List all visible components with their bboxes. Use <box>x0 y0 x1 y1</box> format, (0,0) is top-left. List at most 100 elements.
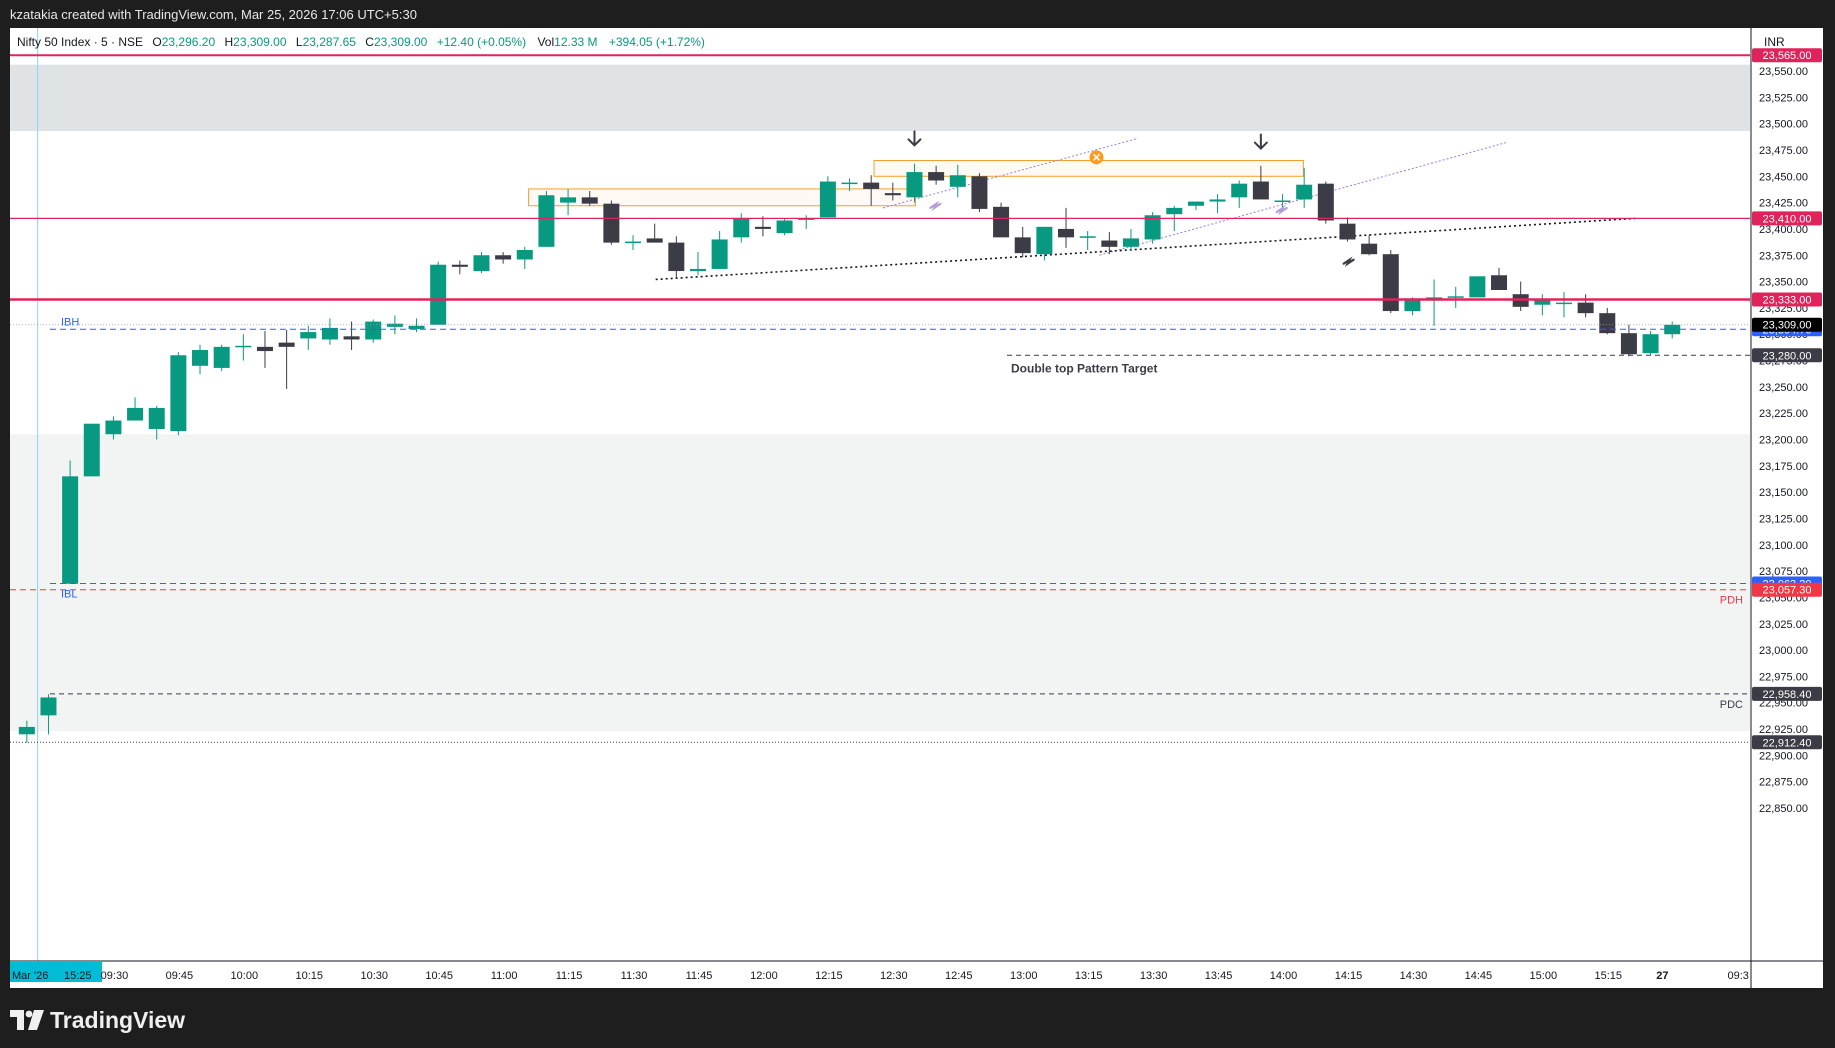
candle-body[interactable] <box>365 321 382 340</box>
time-tick-label: 15:15 <box>1595 970 1623 982</box>
price-tick-label: 23,450.00 <box>1759 171 1808 183</box>
price-level-badge-label: 22,912.40 <box>1763 737 1812 749</box>
candle-body[interactable] <box>689 268 706 272</box>
candle-body[interactable] <box>1231 183 1248 198</box>
candle-body[interactable] <box>884 193 901 196</box>
candle-body[interactable] <box>754 226 771 229</box>
candle-body[interactable] <box>1122 238 1139 247</box>
candle-body[interactable] <box>170 355 187 432</box>
candle-body[interactable] <box>1491 275 1508 290</box>
candle-body[interactable] <box>148 407 165 429</box>
price-tick-label: 23,100.00 <box>1759 540 1808 552</box>
price-level-badge-label: 23,565.00 <box>1763 50 1812 62</box>
candle-body[interactable] <box>1534 300 1551 305</box>
candle-body[interactable] <box>213 346 230 368</box>
candle-body[interactable] <box>1447 296 1464 298</box>
candle-body[interactable] <box>18 726 35 735</box>
candle-body[interactable] <box>192 350 209 366</box>
signal-arrow-icon <box>1342 256 1355 267</box>
candle-body[interactable] <box>278 342 295 347</box>
candle-body[interactable] <box>603 203 620 243</box>
candle-body[interactable] <box>668 242 685 272</box>
candle-body[interactable] <box>495 255 512 260</box>
candle-body[interactable] <box>646 238 663 243</box>
candle-body[interactable] <box>127 407 144 421</box>
candle-body[interactable] <box>430 264 447 325</box>
price-tick-label: 22,900.00 <box>1759 750 1808 762</box>
candle-body[interactable] <box>863 182 880 189</box>
candle-body[interactable] <box>473 255 490 272</box>
price-tick-label: 23,075.00 <box>1759 566 1808 578</box>
candle-body[interactable] <box>1058 228 1075 238</box>
demand-zone <box>10 434 1750 732</box>
ibl-label: IBL <box>61 589 78 601</box>
candle-body[interactable] <box>819 181 836 218</box>
price-tick-label: 22,875.00 <box>1759 777 1808 789</box>
candle-body[interactable] <box>1014 237 1031 254</box>
candle-body[interactable] <box>62 476 79 584</box>
candle-body[interactable] <box>40 697 57 716</box>
candle-body[interactable] <box>711 239 728 269</box>
candle-body[interactable] <box>928 172 945 181</box>
candle-body[interactable] <box>256 346 273 352</box>
candle-body[interactable] <box>1620 333 1637 355</box>
candle-body[interactable] <box>516 249 533 260</box>
price-tick-label: 23,500.00 <box>1759 119 1808 131</box>
candle-body[interactable] <box>733 218 750 238</box>
candle-body[interactable] <box>993 206 1010 238</box>
price-tick-label: 23,000.00 <box>1759 645 1808 657</box>
legend-high-value: 23,309.00 <box>233 35 287 49</box>
candle-body[interactable] <box>1577 302 1594 314</box>
candle-body[interactable] <box>1187 201 1204 206</box>
signal-arrow-icon <box>1275 204 1288 216</box>
candle-body[interactable] <box>343 336 360 340</box>
candle-body[interactable] <box>408 325 425 329</box>
candle-body[interactable] <box>235 345 252 348</box>
candle-body[interactable] <box>1642 334 1659 354</box>
candle-body[interactable] <box>625 241 642 244</box>
price-tick-label: 23,250.00 <box>1759 382 1808 394</box>
candle-body[interactable] <box>105 420 122 435</box>
price-tick-label: 23,475.00 <box>1759 145 1808 157</box>
tradingview-logo-icon <box>10 1010 44 1030</box>
time-tick-label: 15:25 <box>64 970 92 982</box>
legend-symbol: Nifty 50 Index · 5 · NSE <box>17 35 143 49</box>
candle-body[interactable] <box>1209 199 1226 202</box>
candle-body[interactable] <box>906 172 923 198</box>
candle-body[interactable] <box>83 423 100 477</box>
price-tick-label: 23,150.00 <box>1759 487 1808 499</box>
candle-body[interactable] <box>1274 200 1291 203</box>
candle-body[interactable] <box>1296 184 1313 200</box>
candle-body[interactable] <box>1555 302 1572 305</box>
candle-body[interactable] <box>1469 276 1486 298</box>
time-tick-label: 14:30 <box>1400 970 1428 982</box>
candle-body[interactable] <box>1382 254 1399 312</box>
candle-body[interactable] <box>841 182 858 185</box>
candle-body[interactable] <box>1252 181 1269 200</box>
candle-body[interactable] <box>1339 223 1356 240</box>
candle-body[interactable] <box>538 195 555 247</box>
candle-body[interactable] <box>386 323 403 327</box>
time-tick-label: 11:15 <box>556 970 583 982</box>
legend-volume-value: 12.33 M <box>554 35 597 49</box>
candle-body[interactable] <box>1599 313 1616 334</box>
candlestick-chart[interactable]: IBH IBL PDH PDC Double top Pattern Target Ni… <box>10 28 1823 988</box>
candle-body[interactable] <box>300 332 317 339</box>
candle-body[interactable] <box>581 197 598 204</box>
time-tick-label: 13:00 <box>1010 970 1038 982</box>
legend-volume-label: Vol <box>537 35 554 49</box>
candle-body[interactable] <box>560 197 577 203</box>
candle-body[interactable] <box>1101 240 1118 247</box>
candle-body[interactable] <box>776 220 793 234</box>
candle-body[interactable] <box>971 176 988 209</box>
candle-body[interactable] <box>1361 243 1378 255</box>
current-price-badge-label: 23,309.00 <box>1763 320 1812 332</box>
candle-body[interactable] <box>1036 226 1053 255</box>
pdc-label: PDC <box>1720 699 1743 711</box>
tradingview-brand: TradingView <box>50 1006 186 1033</box>
candle-body[interactable] <box>451 264 468 267</box>
candle-body[interactable] <box>1317 183 1334 221</box>
candle-body[interactable] <box>949 175 966 187</box>
candle-body[interactable] <box>1166 207 1183 215</box>
candle-body[interactable] <box>1079 236 1096 238</box>
